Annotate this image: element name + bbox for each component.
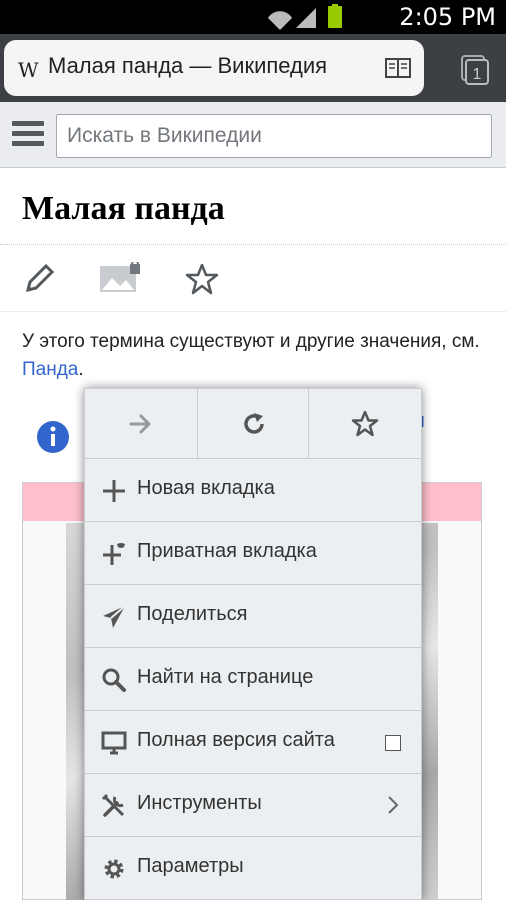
menu-item-label: Приватная вкладка [137, 540, 317, 562]
tabs-icon: 1 [461, 55, 489, 85]
hatnote-text: У этого термина существуют и другие знач… [22, 331, 480, 352]
tabs-counter-button[interactable]: 1 [452, 50, 496, 90]
menu-item-find-in-page[interactable]: Найти на странице [85, 648, 421, 711]
menu-item-label: Поделиться [137, 603, 248, 625]
edit-pencil-icon[interactable] [22, 262, 56, 296]
forward-icon [129, 414, 151, 434]
share-icon [103, 605, 126, 628]
plus-icon [103, 480, 125, 502]
watch-star-icon[interactable] [184, 262, 220, 296]
hatnote: У этого термина существуют и другие знач… [22, 328, 492, 384]
title-divider [0, 244, 506, 245]
search-icon [102, 668, 126, 692]
tools-icon [101, 793, 125, 817]
reload-icon [244, 413, 264, 434]
image-upload-locked-icon [100, 262, 140, 292]
menu-item-private-tab[interactable]: Приватная вкладка [85, 522, 421, 585]
forward-button[interactable] [85, 389, 197, 459]
page-title: Малая панда [22, 190, 225, 227]
wikipedia-logo-icon: W [18, 58, 39, 82]
gear-icon [104, 859, 124, 879]
info-icon [37, 421, 69, 453]
menu-item-desktop-site[interactable]: Полная версия сайта [85, 711, 421, 774]
menu-item-new-tab[interactable]: Новая вкладка [85, 459, 421, 522]
status-bar: 2:05 PM [0, 0, 506, 34]
status-time: 2:05 PM [399, 3, 496, 31]
actions-divider [0, 311, 506, 312]
menu-item-label: Новая вкладка [137, 477, 275, 499]
menu-item-tools[interactable]: Инструменты [85, 774, 421, 837]
menu-item-label: Полная версия сайта [137, 729, 335, 751]
hatnote-link[interactable]: Панда [22, 359, 78, 380]
chevron-right-icon [388, 796, 399, 814]
menu-item-label: Параметры [137, 855, 244, 877]
menu-item-label: Инструменты [137, 792, 262, 814]
menu-item-share[interactable]: Поделиться [85, 585, 421, 648]
page-tab-title[interactable]: Малая панда — Википедия [48, 53, 327, 79]
menu-item-label: Найти на странице [137, 666, 314, 688]
menu-item-settings[interactable]: Параметры [85, 837, 421, 900]
desktop-icon [101, 731, 127, 755]
signal-icons [268, 4, 342, 30]
tab-count: 1 [473, 66, 482, 83]
bookmark-star-icon [351, 410, 379, 437]
hamburger-menu-icon[interactable] [12, 121, 44, 149]
menu-quick-actions [85, 389, 421, 459]
browser-overflow-menu: Новая вкладка Приватная вкладка Поделить… [84, 388, 422, 900]
reload-button[interactable] [197, 389, 309, 459]
private-tab-icon [103, 543, 125, 565]
hatnote-end: . [78, 359, 84, 380]
search-input[interactable]: Искать в Википедии [56, 114, 492, 158]
bookmark-button[interactable] [309, 389, 421, 459]
desktop-site-checkbox[interactable] [385, 735, 401, 751]
reader-mode-icon[interactable] [385, 58, 411, 80]
